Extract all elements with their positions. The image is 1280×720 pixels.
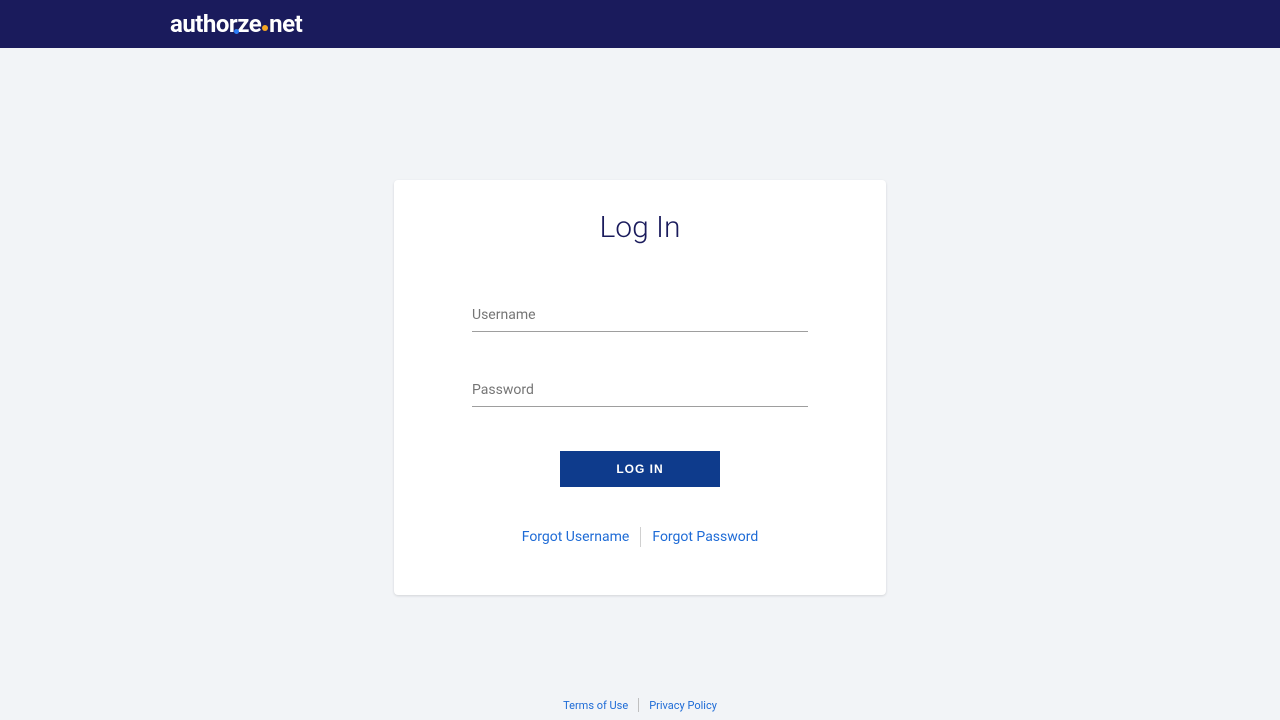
footer: Terms of Use Privacy Policy — [0, 698, 1280, 712]
forgot-username-link[interactable]: Forgot Username — [522, 529, 630, 545]
forgot-password-link[interactable]: Forgot Password — [652, 529, 758, 545]
password-input[interactable] — [472, 380, 808, 407]
login-button[interactable]: LOG IN — [560, 451, 720, 487]
main-content: Log In Username Password LOG IN Forgot U… — [0, 48, 1280, 595]
header-bar: authorzenet — [0, 0, 1280, 48]
logo-text-ze: ze — [237, 10, 261, 38]
login-card: Log In Username Password LOG IN Forgot U… — [394, 180, 886, 595]
login-title: Log In — [472, 210, 808, 245]
username-input[interactable] — [472, 305, 808, 332]
terms-of-use-link[interactable]: Terms of Use — [563, 699, 628, 712]
privacy-policy-link[interactable]: Privacy Policy — [649, 699, 717, 712]
forgot-links: Forgot Username Forgot Password — [472, 527, 808, 547]
username-field-wrapper: Username — [472, 305, 808, 332]
logo-text-net: net — [269, 10, 302, 38]
footer-divider — [638, 698, 639, 712]
password-field-wrapper: Password — [472, 380, 808, 407]
logo-dot-orange-icon — [262, 25, 268, 31]
brand-logo: authorzenet — [170, 10, 302, 38]
logo-text-authorize: author — [170, 10, 237, 38]
link-divider — [640, 527, 641, 547]
